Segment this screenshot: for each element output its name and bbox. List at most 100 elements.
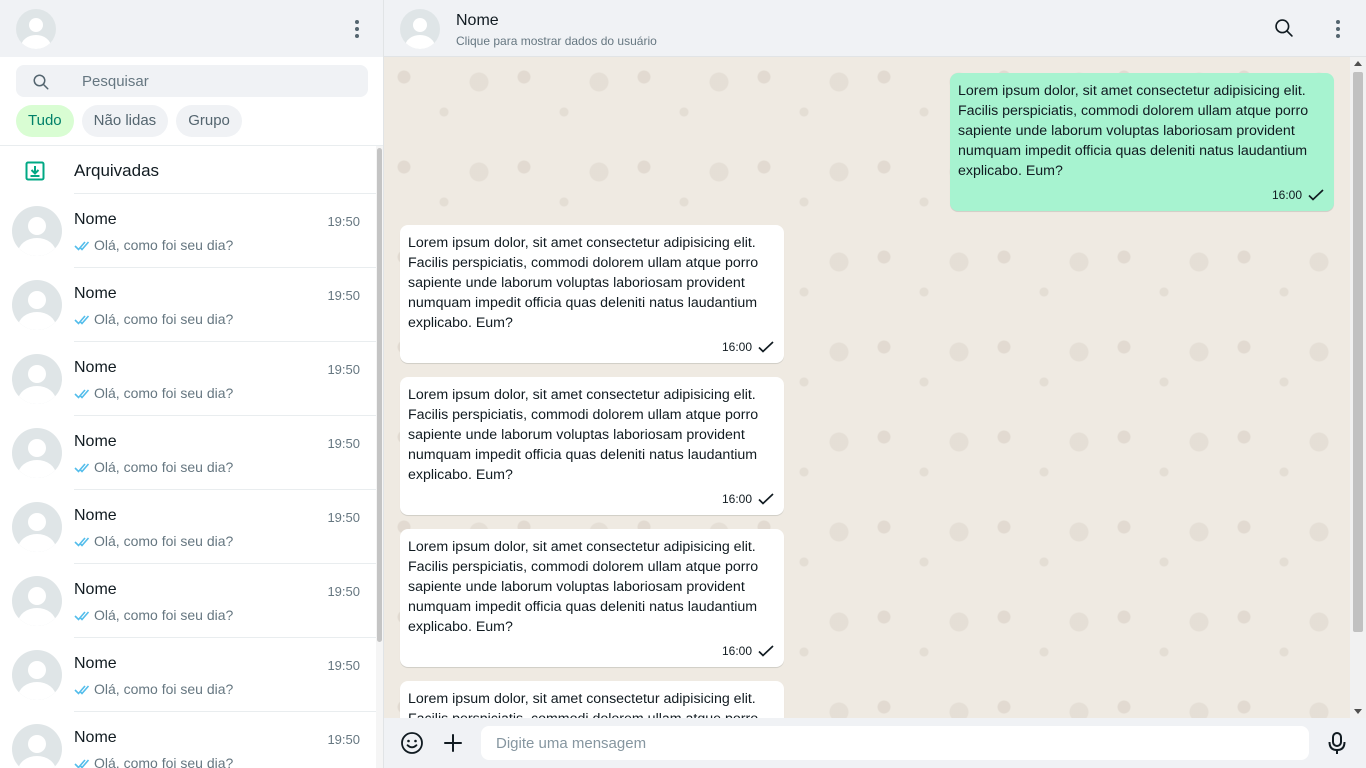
incoming-message[interactable]: Lorem ipsum dolor, sit amet consectetur … <box>400 529 784 667</box>
chat-avatar <box>12 724 62 768</box>
archived-row[interactable]: Arquivadas <box>0 146 376 194</box>
emoji-icon[interactable] <box>400 731 424 755</box>
chat-name: Nome <box>74 729 117 746</box>
double-check-icon <box>74 462 90 473</box>
chat-list-item[interactable]: Nome 19:50 Olá, como foi seu dia? <box>0 194 376 268</box>
double-check-icon <box>74 536 90 547</box>
archived-label: Arquivadas <box>74 161 160 180</box>
chat-avatar <box>12 206 62 256</box>
message-text: Lorem ipsum dolor, sit amet consectetur … <box>408 235 759 331</box>
chat-time: 19:50 <box>327 362 360 377</box>
chat-preview: Olá, como foi seu dia? <box>74 533 233 549</box>
message-text: Lorem ipsum dolor, sit amet consectetur … <box>408 691 758 718</box>
scroll-up-arrow[interactable] <box>1354 61 1362 66</box>
archive-icon <box>25 161 45 181</box>
chat-list-item[interactable]: Nome 19:50 Olá, como foi seu dia? <box>0 564 376 638</box>
chat-list-item[interactable]: Nome 19:50 Olá, como foi seu dia? <box>0 712 376 768</box>
chat-name: Nome <box>74 359 117 376</box>
sidebar-scrollbar[interactable] <box>376 146 383 768</box>
double-check-icon <box>74 240 90 251</box>
outgoing-message[interactable]: Lorem ipsum dolor, sit amet consectetur … <box>950 73 1334 211</box>
search-box <box>16 65 368 97</box>
chat-preview: Olá, como foi seu dia? <box>74 607 233 623</box>
message-meta: 16:00 <box>408 337 776 357</box>
chat-avatar <box>12 502 62 552</box>
message-area[interactable]: Lorem ipsum dolor, sit amet consectetur … <box>384 57 1350 718</box>
chat-avatar <box>12 354 62 404</box>
chat-time: 19:50 <box>327 214 360 229</box>
filter-chip[interactable]: Tudo <box>16 105 74 137</box>
chat-time: 19:50 <box>327 584 360 599</box>
filter-chip[interactable]: Grupo <box>176 105 242 137</box>
chat-preview: Olá, como foi seu dia? <box>74 311 233 327</box>
chat-name: Nome <box>74 285 117 302</box>
chat-name: Nome <box>74 581 117 598</box>
conversation-search-icon[interactable] <box>1274 18 1294 38</box>
message-time: 16:00 <box>1271 188 1302 202</box>
microphone-icon[interactable] <box>1326 731 1348 755</box>
chat-name: Nome <box>74 433 117 450</box>
message-scrollbar-thumb[interactable] <box>1353 72 1363 632</box>
conversation-menu-icon[interactable] <box>1326 17 1350 41</box>
search-icon <box>33 74 49 90</box>
chat-list-item[interactable]: Nome 19:50 Olá, como foi seu dia? <box>0 342 376 416</box>
chat-name: Nome <box>74 507 117 524</box>
message-time: 16:00 <box>721 644 752 658</box>
chat-list-item[interactable]: Nome 19:50 Olá, como foi seu dia? <box>0 416 376 490</box>
conversation-header[interactable]: Nome Clique para mostrar dados do usuári… <box>384 0 1366 57</box>
chat-preview-text: Olá, como foi seu dia? <box>94 237 234 253</box>
plus-icon[interactable] <box>441 731 465 755</box>
chat-preview-text: Olá, como foi seu dia? <box>94 385 234 401</box>
chat-avatar <box>12 650 62 700</box>
search-input[interactable] <box>82 65 362 97</box>
double-check-icon <box>74 684 90 695</box>
chat-avatar <box>12 280 62 330</box>
contact-name[interactable]: Nome <box>456 12 499 30</box>
check-icon <box>1308 189 1324 201</box>
chat-time: 19:50 <box>327 288 360 303</box>
chat-preview: Olá, como foi seu dia? <box>74 385 233 401</box>
chat-preview: Olá, como foi seu dia? <box>74 459 233 475</box>
chat-time: 19:50 <box>327 658 360 673</box>
message-input[interactable] <box>481 726 1309 760</box>
message-meta: 16:00 <box>958 185 1326 205</box>
message-text: Lorem ipsum dolor, sit amet consectetur … <box>408 387 759 483</box>
message-time: 16:00 <box>721 340 752 354</box>
message-scrollbar[interactable] <box>1350 57 1366 718</box>
message-text: Lorem ipsum dolor, sit amet consectetur … <box>408 539 759 635</box>
message-meta: 16:00 <box>408 489 776 509</box>
chat-time: 19:50 <box>327 436 360 451</box>
sidebar: TudoNão lidasGrupo Arquivadas Nome 19:50 O… <box>0 0 384 768</box>
message-time: 16:00 <box>721 492 752 506</box>
chat-list-item[interactable]: Nome 19:50 Olá, como foi seu dia? <box>0 490 376 564</box>
chat-time: 19:50 <box>327 732 360 747</box>
incoming-message[interactable]: Lorem ipsum dolor, sit amet consectetur … <box>400 377 784 515</box>
double-check-icon <box>74 388 90 399</box>
my-avatar[interactable] <box>16 9 56 49</box>
chat-list-item[interactable]: Nome 19:50 Olá, como foi seu dia? <box>0 638 376 712</box>
chat-preview: Olá, como foi seu dia? <box>74 755 233 768</box>
chat-list: Nome 19:50 Olá, como foi seu dia? Nome 19:50… <box>0 194 376 768</box>
double-check-icon <box>74 610 90 621</box>
incoming-message[interactable]: Lorem ipsum dolor, sit amet consectetur … <box>400 681 784 718</box>
check-icon <box>758 493 774 505</box>
message-text: Lorem ipsum dolor, sit amet consectetur … <box>958 83 1309 179</box>
conversation-panel: Nome Clique para mostrar dados do usuári… <box>384 0 1366 768</box>
incoming-message[interactable]: Lorem ipsum dolor, sit amet consectetur … <box>400 225 784 363</box>
chat-preview: Olá, como foi seu dia? <box>74 681 233 697</box>
contact-avatar[interactable] <box>400 9 440 49</box>
check-icon <box>758 645 774 657</box>
scroll-down-arrow[interactable] <box>1354 709 1362 714</box>
chat-avatar <box>12 576 62 626</box>
check-icon <box>758 341 774 353</box>
sidebar-header <box>0 0 383 57</box>
filter-chips: Tudo Não lidas Grupo <box>16 105 242 137</box>
filter-chip[interactable]: Não lidas <box>81 105 169 137</box>
chat-avatar <box>12 428 62 478</box>
message-meta: 16:00 <box>408 641 776 661</box>
chat-list-item[interactable]: Nome 19:50 Olá, como foi seu dia? <box>0 268 376 342</box>
chat-preview-text: Olá, como foi seu dia? <box>94 311 234 327</box>
contact-subtitle[interactable]: Clique para mostrar dados do usuário <box>456 34 657 48</box>
sidebar-menu-icon[interactable] <box>345 17 369 41</box>
sidebar-scrollbar-thumb[interactable] <box>377 148 382 642</box>
